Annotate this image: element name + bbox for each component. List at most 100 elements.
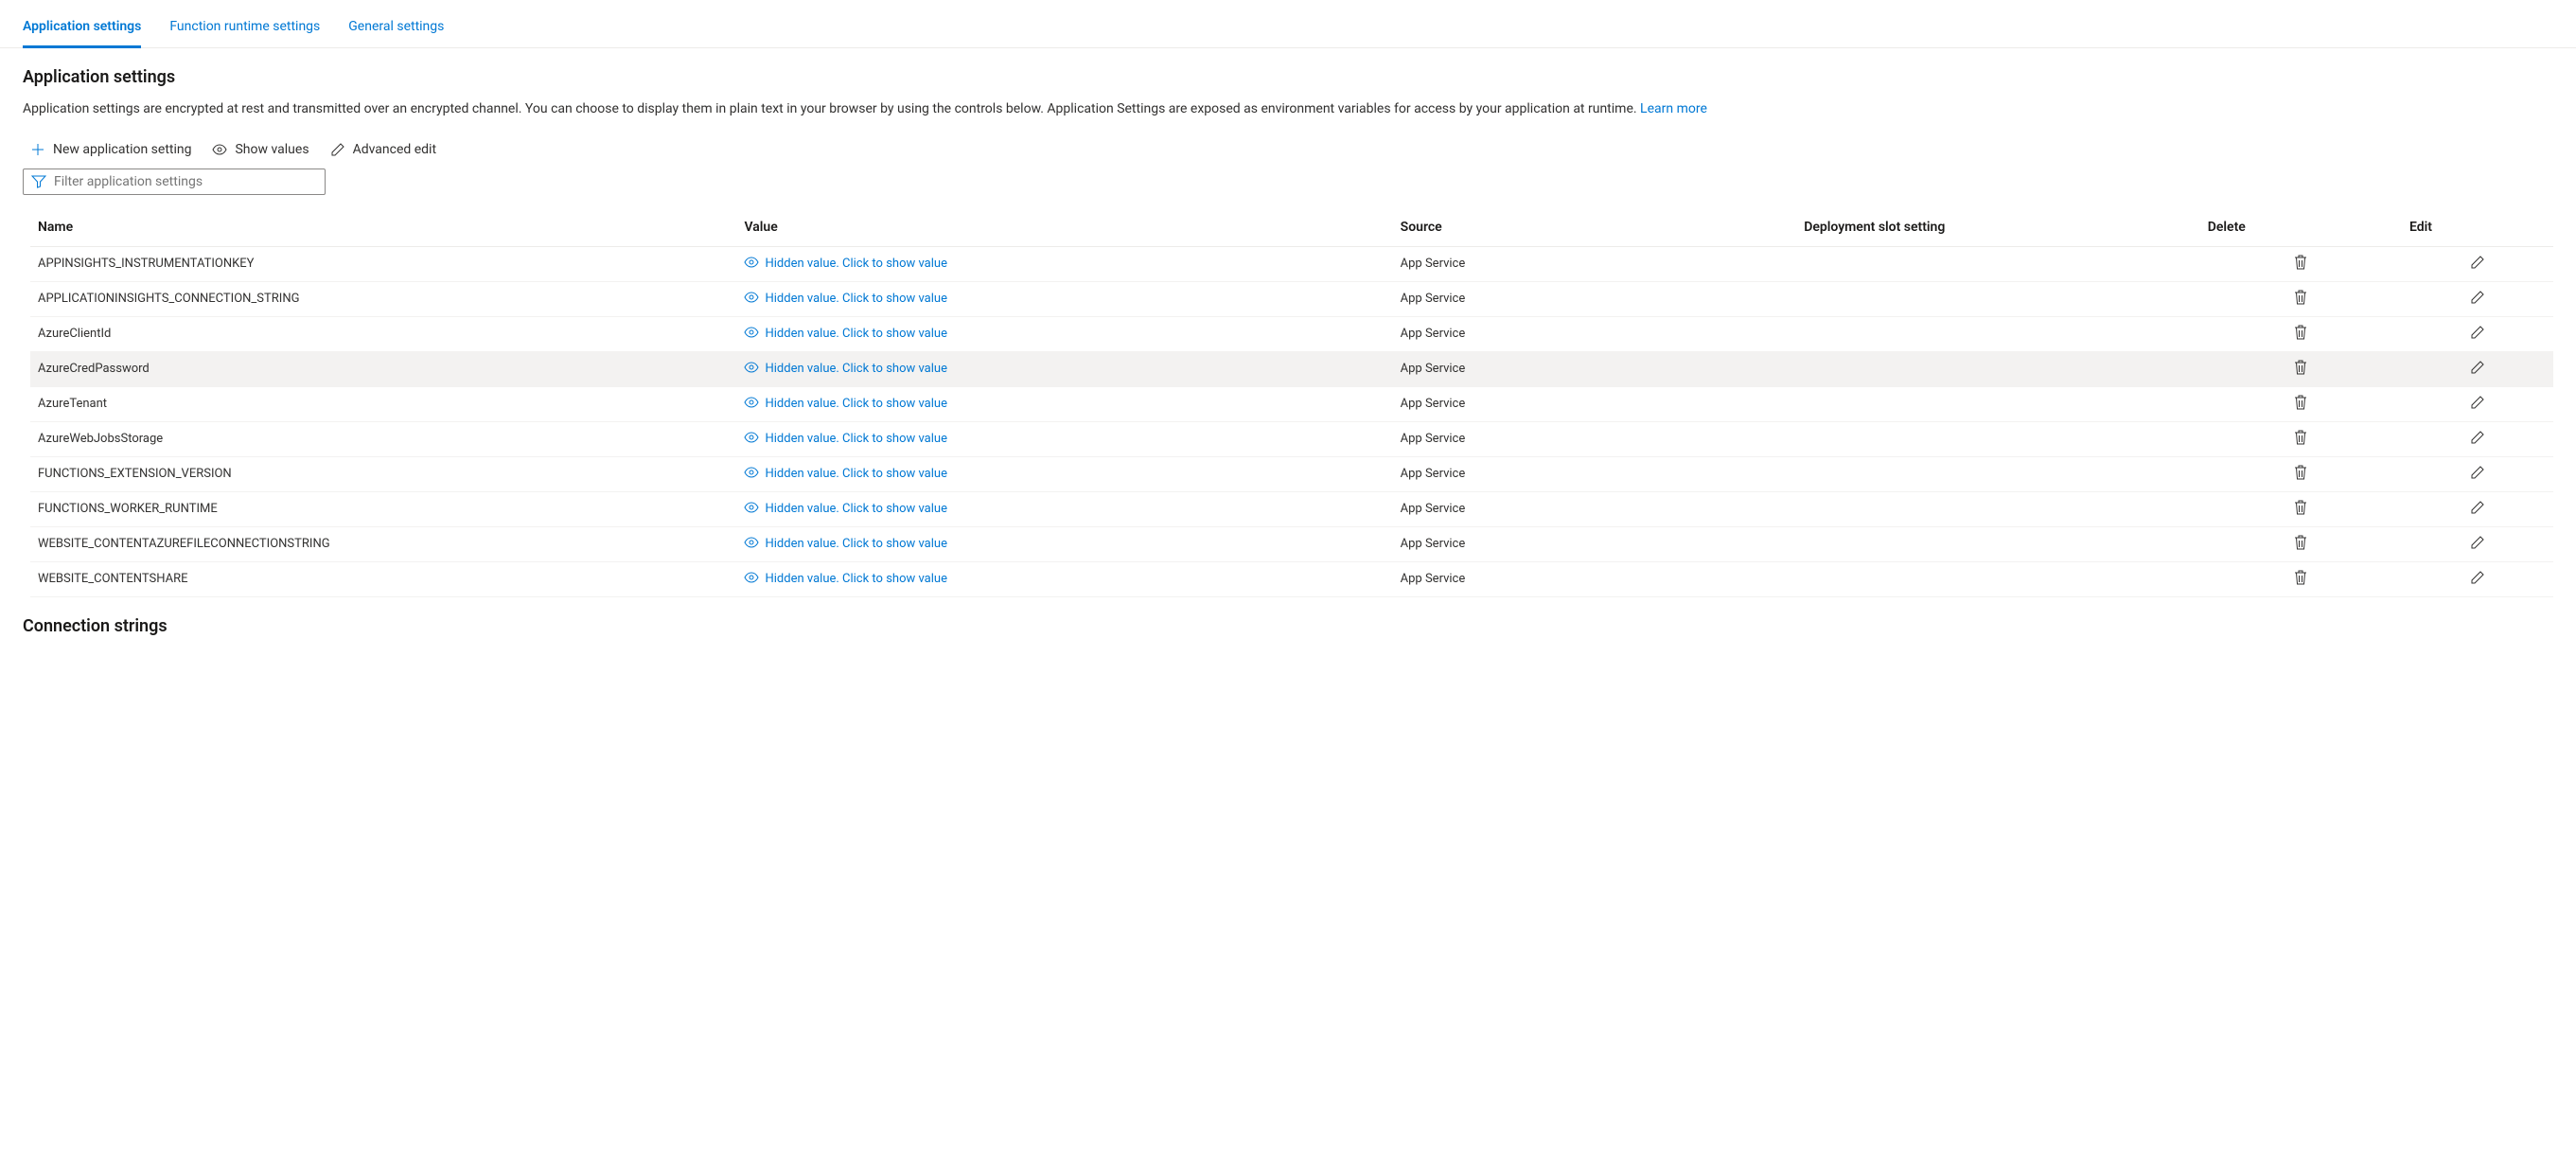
- col-value-header[interactable]: Value: [736, 208, 1392, 247]
- filter-icon: [31, 175, 46, 188]
- edit-button[interactable]: [2470, 570, 2485, 589]
- edit-button[interactable]: [2470, 255, 2485, 274]
- edit-cell: [2402, 316, 2553, 351]
- edit-button[interactable]: [2470, 360, 2485, 379]
- delete-button[interactable]: [2294, 290, 2307, 309]
- show-value-button[interactable]: Hidden value. Click to show value: [744, 257, 946, 272]
- setting-source: App Service: [1393, 456, 1797, 491]
- delete-cell: [2200, 421, 2402, 456]
- advanced-edit-button[interactable]: Advanced edit: [330, 142, 436, 157]
- setting-name[interactable]: FUNCTIONS_WORKER_RUNTIME: [30, 491, 736, 526]
- edit-button[interactable]: [2470, 535, 2485, 554]
- setting-source: App Service: [1393, 561, 1797, 596]
- table-row[interactable]: APPLICATIONINSIGHTS_CONNECTION_STRING Hid…: [30, 281, 2553, 316]
- delete-button[interactable]: [2294, 570, 2307, 589]
- edit-button[interactable]: [2470, 465, 2485, 484]
- setting-name[interactable]: AzureCredPassword: [30, 351, 736, 386]
- setting-name[interactable]: AzureWebJobsStorage: [30, 421, 736, 456]
- edit-button[interactable]: [2470, 395, 2485, 414]
- setting-name[interactable]: WEBSITE_CONTENTSHARE: [30, 561, 736, 596]
- delete-button[interactable]: [2294, 395, 2307, 414]
- table-row[interactable]: AzureWebJobsStorage Hidden value. Click t…: [30, 421, 2553, 456]
- trash-icon: [2294, 325, 2307, 344]
- table-row[interactable]: APPINSIGHTS_INSTRUMENTATIONKEY Hidden val…: [30, 246, 2553, 281]
- setting-name[interactable]: AzureTenant: [30, 386, 736, 421]
- delete-button[interactable]: [2294, 255, 2307, 274]
- setting-source: App Service: [1393, 526, 1797, 561]
- delete-cell: [2200, 491, 2402, 526]
- pencil-icon: [2470, 500, 2485, 519]
- filter-input[interactable]: [54, 174, 317, 189]
- tab-application-settings[interactable]: Application settings: [23, 19, 141, 48]
- table-row[interactable]: WEBSITE_CONTENTAZUREFILECONNECTIONSTRING…: [30, 526, 2553, 561]
- edit-button[interactable]: [2470, 430, 2485, 449]
- show-value-button[interactable]: Hidden value. Click to show value: [744, 432, 946, 447]
- show-value-button[interactable]: Hidden value. Click to show value: [744, 572, 946, 587]
- show-value-button[interactable]: Hidden value. Click to show value: [744, 292, 946, 307]
- delete-button[interactable]: [2294, 500, 2307, 519]
- edit-cell: [2402, 386, 2553, 421]
- setting-name[interactable]: WEBSITE_CONTENTAZUREFILECONNECTIONSTRING: [30, 526, 736, 561]
- new-application-setting-button[interactable]: New application setting: [30, 142, 191, 157]
- learn-more-link[interactable]: Learn more: [1640, 101, 1707, 116]
- tab-function-runtime-settings[interactable]: Function runtime settings: [169, 19, 320, 48]
- application-settings-section: Application settings Application setting…: [0, 48, 2576, 636]
- pencil-icon: [2470, 430, 2485, 449]
- setting-value-cell: Hidden value. Click to show value: [736, 456, 1392, 491]
- delete-cell: [2200, 526, 2402, 561]
- tab-general-settings[interactable]: General settings: [348, 19, 444, 48]
- eye-icon: [212, 144, 227, 155]
- table-row[interactable]: AzureClientId Hidden value. Click to show…: [30, 316, 2553, 351]
- show-values-button[interactable]: Show values: [212, 142, 309, 157]
- delete-button[interactable]: [2294, 465, 2307, 484]
- eye-icon: [744, 257, 759, 272]
- edit-cell: [2402, 421, 2553, 456]
- table-row[interactable]: FUNCTIONS_EXTENSION_VERSION Hidden value.…: [30, 456, 2553, 491]
- col-edit-header: Edit: [2402, 208, 2553, 247]
- delete-cell: [2200, 246, 2402, 281]
- table-row[interactable]: AzureCredPassword Hidden value. Click to …: [30, 351, 2553, 386]
- hidden-value-text: Hidden value. Click to show value: [765, 432, 946, 446]
- filter-input-container[interactable]: [23, 169, 326, 195]
- setting-name[interactable]: APPLICATIONINSIGHTS_CONNECTION_STRING: [30, 281, 736, 316]
- edit-button[interactable]: [2470, 290, 2485, 309]
- delete-button[interactable]: [2294, 360, 2307, 379]
- show-value-button[interactable]: Hidden value. Click to show value: [744, 362, 946, 377]
- advanced-edit-label: Advanced edit: [353, 142, 436, 157]
- show-value-button[interactable]: Hidden value. Click to show value: [744, 397, 946, 412]
- show-value-button[interactable]: Hidden value. Click to show value: [744, 502, 946, 517]
- delete-button[interactable]: [2294, 535, 2307, 554]
- trash-icon: [2294, 290, 2307, 309]
- trash-icon: [2294, 360, 2307, 379]
- trash-icon: [2294, 255, 2307, 274]
- col-source-header[interactable]: Source: [1393, 208, 1797, 247]
- eye-icon: [744, 432, 759, 447]
- table-row[interactable]: AzureTenant Hidden value. Click to show v…: [30, 386, 2553, 421]
- deployment-slot-cell: [1796, 491, 2200, 526]
- setting-name[interactable]: AzureClientId: [30, 316, 736, 351]
- edit-cell: [2402, 526, 2553, 561]
- pencil-icon: [2470, 290, 2485, 309]
- edit-button[interactable]: [2470, 500, 2485, 519]
- trash-icon: [2294, 395, 2307, 414]
- show-value-button[interactable]: Hidden value. Click to show value: [744, 467, 946, 482]
- setting-source: App Service: [1393, 316, 1797, 351]
- delete-button[interactable]: [2294, 325, 2307, 344]
- show-value-button[interactable]: Hidden value. Click to show value: [744, 327, 946, 342]
- setting-value-cell: Hidden value. Click to show value: [736, 421, 1392, 456]
- deployment-slot-cell: [1796, 246, 2200, 281]
- setting-name[interactable]: APPINSIGHTS_INSTRUMENTATIONKEY: [30, 246, 736, 281]
- section-title: Application settings: [23, 67, 2553, 87]
- eye-icon: [744, 292, 759, 307]
- tabs: Application settings Function runtime set…: [0, 0, 2576, 48]
- setting-name[interactable]: FUNCTIONS_EXTENSION_VERSION: [30, 456, 736, 491]
- table-row[interactable]: WEBSITE_CONTENTSHARE Hidden value. Click …: [30, 561, 2553, 596]
- setting-value-cell: Hidden value. Click to show value: [736, 561, 1392, 596]
- delete-button[interactable]: [2294, 430, 2307, 449]
- table-row[interactable]: FUNCTIONS_WORKER_RUNTIME Hidden value. Cl…: [30, 491, 2553, 526]
- hidden-value-text: Hidden value. Click to show value: [765, 397, 946, 411]
- col-deployment-header[interactable]: Deployment slot setting: [1796, 208, 2200, 247]
- edit-button[interactable]: [2470, 325, 2485, 344]
- col-name-header[interactable]: Name: [30, 208, 736, 247]
- show-value-button[interactable]: Hidden value. Click to show value: [744, 537, 946, 552]
